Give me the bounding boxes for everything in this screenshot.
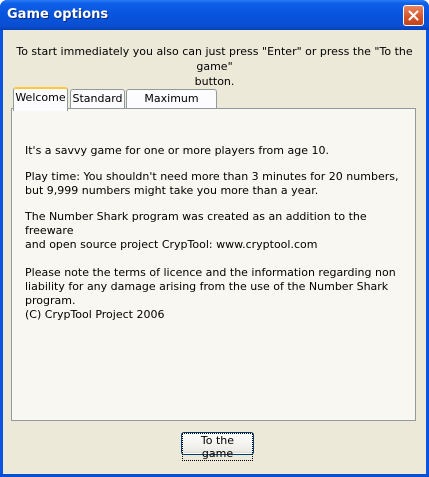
window-title: Game options [7,7,109,22]
tab-maximum-values[interactable]: Maximum values [126,89,217,123]
licence-line-1: Please note the terms of licence and the… [25,266,396,279]
close-button[interactable] [403,5,424,26]
intro-text: To start immediately you also can just p… [3,44,426,89]
game-options-dialog: Game options To start immediately you al… [0,0,429,477]
age-text: It's a savvy game for one or more player… [25,144,329,157]
to-the-game-label: To the game [182,433,253,461]
title-bar[interactable]: Game options [0,0,429,30]
dialog-body: To start immediately you also can just p… [3,30,426,474]
intro-line-1: To start immediately you also can just p… [16,45,413,73]
play-time-line-1: Play time: You shouldn't need more than … [25,170,399,183]
play-time-text: Play time: You shouldn't need more than … [25,170,405,198]
origin-line-2: and open source project CrypTool: www.cr… [25,238,318,251]
to-the-game-button[interactable]: To the game [181,432,254,461]
welcome-panel: It's a savvy game for one or more player… [11,108,416,421]
origin-line-1: The Number Shark program was created as … [25,210,367,237]
licence-line-2: liability for any damage arising from th… [25,280,389,307]
origin-text: The Number Shark program was created as … [25,210,405,252]
tab-standard[interactable]: Standard [70,89,125,109]
licence-text: Please note the terms of licence and the… [25,266,405,322]
close-icon [408,10,419,21]
play-time-line-2: but 9,999 numbers might take you more th… [25,184,319,197]
tab-welcome[interactable]: Welcome [13,87,68,111]
copyright-line: (C) CrypTool Project 2006 [25,308,165,321]
